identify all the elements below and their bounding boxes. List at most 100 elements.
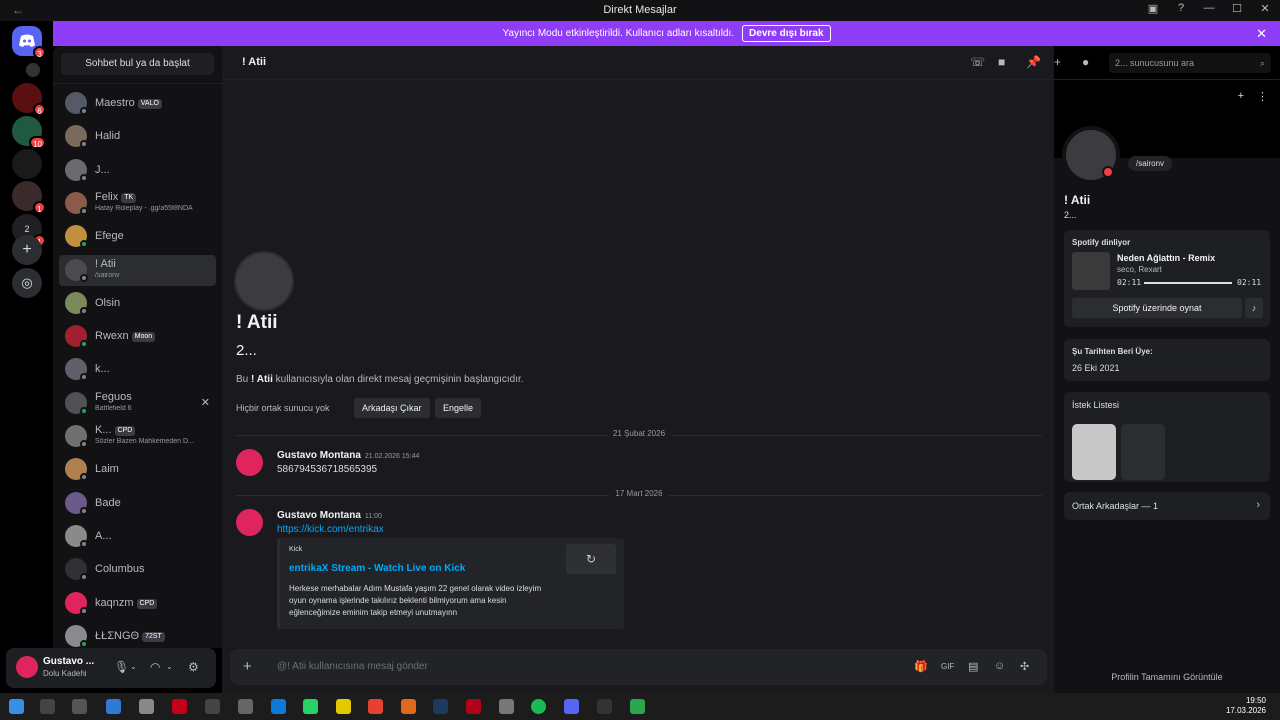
task-view-icon[interactable] bbox=[72, 699, 87, 714]
dm-item[interactable]: J... bbox=[59, 155, 216, 186]
dm-item[interactable]: Felix TK Hatay Roleplay - .gg/a55f8NDA bbox=[59, 188, 216, 219]
add-friend-icon[interactable]: + bbox=[1238, 90, 1244, 102]
spotify-icon[interactable] bbox=[531, 699, 546, 714]
dm-item[interactable]: Olsin bbox=[59, 288, 216, 319]
dm-item[interactable]: ! Atii/saironv bbox=[59, 255, 216, 286]
dm-item[interactable]: A... bbox=[59, 521, 216, 552]
track-title[interactable]: Neden Ağlattın - Remix bbox=[1117, 253, 1215, 263]
video-call-icon[interactable]: ■ bbox=[998, 55, 1005, 69]
dm-item[interactable]: K... CPD Sözler Bazen Mahkemeden D... bbox=[59, 421, 216, 452]
remove-friend-button[interactable]: Arkadaşı Çıkar bbox=[354, 398, 430, 418]
dm-item[interactable]: Efege bbox=[59, 221, 216, 252]
dm-item[interactable]: Rwexn Moon bbox=[59, 321, 216, 352]
server-icon[interactable] bbox=[12, 149, 42, 179]
server-icon[interactable]: 6 bbox=[12, 83, 46, 116]
app-icon[interactable] bbox=[238, 699, 253, 714]
chevron-down-icon[interactable]: ⌄ bbox=[166, 662, 173, 671]
app-icon[interactable] bbox=[466, 699, 481, 714]
listen-along-icon[interactable]: ♪ bbox=[1245, 298, 1263, 318]
app-icon[interactable] bbox=[597, 699, 612, 714]
discord-icon[interactable] bbox=[564, 699, 579, 714]
settings-icon[interactable] bbox=[499, 699, 514, 714]
user-profile-icon[interactable]: ● bbox=[1082, 55, 1089, 69]
add-friends-to-dm-icon[interactable]: + bbox=[1054, 55, 1061, 69]
avatar[interactable] bbox=[236, 449, 263, 476]
emoji-icon[interactable]: ☺ bbox=[994, 660, 1005, 672]
dm-item[interactable]: Maestro VALO bbox=[59, 88, 216, 119]
wishlist-item[interactable] bbox=[1072, 424, 1116, 480]
server-icon[interactable]: 10 bbox=[12, 116, 46, 149]
dm-item[interactable]: Columbus bbox=[59, 554, 216, 585]
view-full-profile-link[interactable]: Profilin Tamamını Görüntüle bbox=[1054, 672, 1280, 682]
edge-icon[interactable] bbox=[271, 699, 286, 714]
server-icon[interactable] bbox=[26, 63, 40, 77]
snapchat-icon[interactable] bbox=[336, 699, 351, 714]
track-artist[interactable]: seco, Rexart bbox=[1117, 265, 1162, 274]
disable-streamer-mode-button[interactable]: Devre dışı bırak bbox=[742, 25, 831, 42]
opera-icon[interactable] bbox=[172, 699, 187, 714]
dm-item[interactable]: Halid bbox=[59, 121, 216, 152]
dm-name-text: Bade bbox=[95, 497, 121, 509]
dm-item[interactable]: Laim bbox=[59, 454, 216, 485]
maximize-button[interactable]: ☐ bbox=[1230, 2, 1244, 15]
app-icon[interactable] bbox=[401, 699, 416, 714]
headphones-icon[interactable]: ◠ bbox=[150, 660, 160, 674]
sticker-icon[interactable]: ▤ bbox=[968, 660, 978, 673]
avatar[interactable] bbox=[234, 251, 294, 311]
app-icon[interactable] bbox=[205, 699, 220, 714]
discover-icon[interactable]: ◎ bbox=[12, 268, 42, 298]
minimize-button[interactable]: — bbox=[1202, 2, 1216, 15]
embed-thumbnail[interactable]: ↻ bbox=[566, 544, 616, 574]
find-conversation-button[interactable]: Sohbet bul ya da başlat bbox=[61, 53, 214, 75]
message-composer[interactable]: + @! Atii kullanıcısına mesaj gönder 🎁 G… bbox=[230, 649, 1047, 685]
steam-icon[interactable] bbox=[433, 699, 448, 714]
whatsapp-icon[interactable] bbox=[303, 699, 318, 714]
wishlist-label: İstek Listesi bbox=[1072, 400, 1120, 410]
add-server-icon[interactable]: + bbox=[12, 235, 42, 265]
avatar[interactable] bbox=[236, 509, 263, 536]
chevron-down-icon[interactable]: ⌄ bbox=[130, 662, 137, 671]
play-on-spotify-button[interactable]: Spotify üzerinde oynat bbox=[1072, 298, 1242, 318]
wishlist-item[interactable] bbox=[1121, 424, 1165, 480]
gift-icon[interactable]: 🎁 bbox=[914, 660, 928, 673]
dm-item[interactable]: k... bbox=[59, 354, 216, 385]
voice-call-icon[interactable]: ☏ bbox=[970, 55, 985, 69]
clock[interactable]: 19:50 17.03.2026 bbox=[1226, 696, 1266, 716]
embed-title[interactable]: entrikaX Stream - Watch Live on Kick bbox=[289, 563, 465, 574]
album-art[interactable] bbox=[1072, 252, 1110, 290]
avatar[interactable] bbox=[16, 656, 38, 678]
close-window-button[interactable]: ✕ bbox=[1258, 2, 1272, 15]
dm-item[interactable]: Feguos Battlefield 6 ✕ bbox=[59, 388, 216, 419]
more-icon[interactable]: ⋮ bbox=[1257, 90, 1268, 103]
store-icon[interactable] bbox=[139, 699, 154, 714]
gif-icon[interactable]: GIF bbox=[941, 662, 954, 671]
mutual-friends-row[interactable]: Ortak Arkadaşlar — 1 › bbox=[1064, 492, 1270, 520]
gear-icon[interactable]: ⚙ bbox=[188, 660, 199, 674]
apps-icon[interactable]: ✣ bbox=[1020, 660, 1029, 673]
help-icon[interactable]: ? bbox=[1174, 2, 1188, 15]
status-indicator bbox=[80, 440, 88, 448]
app-icon[interactable] bbox=[630, 699, 645, 714]
microphone-icon[interactable]: 🎙 bbox=[114, 660, 129, 674]
pin-icon[interactable]: 📌 bbox=[1026, 55, 1041, 69]
inbox-icon[interactable]: ▣ bbox=[1146, 2, 1160, 15]
chrome-icon[interactable] bbox=[368, 699, 383, 714]
block-button[interactable]: Engelle bbox=[435, 398, 482, 418]
server-icon[interactable]: 1 bbox=[12, 181, 46, 214]
start-icon[interactable] bbox=[9, 699, 24, 714]
close-dm-icon[interactable]: ✕ bbox=[201, 396, 210, 409]
close-icon[interactable]: ✕ bbox=[1256, 26, 1267, 42]
dm-name: Feguos bbox=[95, 391, 132, 403]
home-button[interactable]: 3 bbox=[12, 26, 46, 59]
message-link[interactable]: https://kick.com/entrikax bbox=[277, 524, 384, 535]
copilot-icon[interactable] bbox=[106, 699, 121, 714]
dm-item[interactable]: kaqnzm CPD bbox=[59, 588, 216, 619]
search-icon[interactable] bbox=[40, 699, 55, 714]
dm-name: K... CPD bbox=[95, 424, 136, 436]
search-input[interactable]: 2... sunucusunu ara ⌕ bbox=[1109, 53, 1271, 73]
dm-item[interactable]: Bade bbox=[59, 488, 216, 519]
plus-icon[interactable]: + bbox=[243, 658, 252, 675]
dm-name: Halid bbox=[95, 130, 120, 142]
message-author[interactable]: Gustavo Montana 11:00 bbox=[277, 510, 382, 521]
message-author[interactable]: Gustavo Montana 21.02.2026 15:44 bbox=[277, 450, 419, 461]
